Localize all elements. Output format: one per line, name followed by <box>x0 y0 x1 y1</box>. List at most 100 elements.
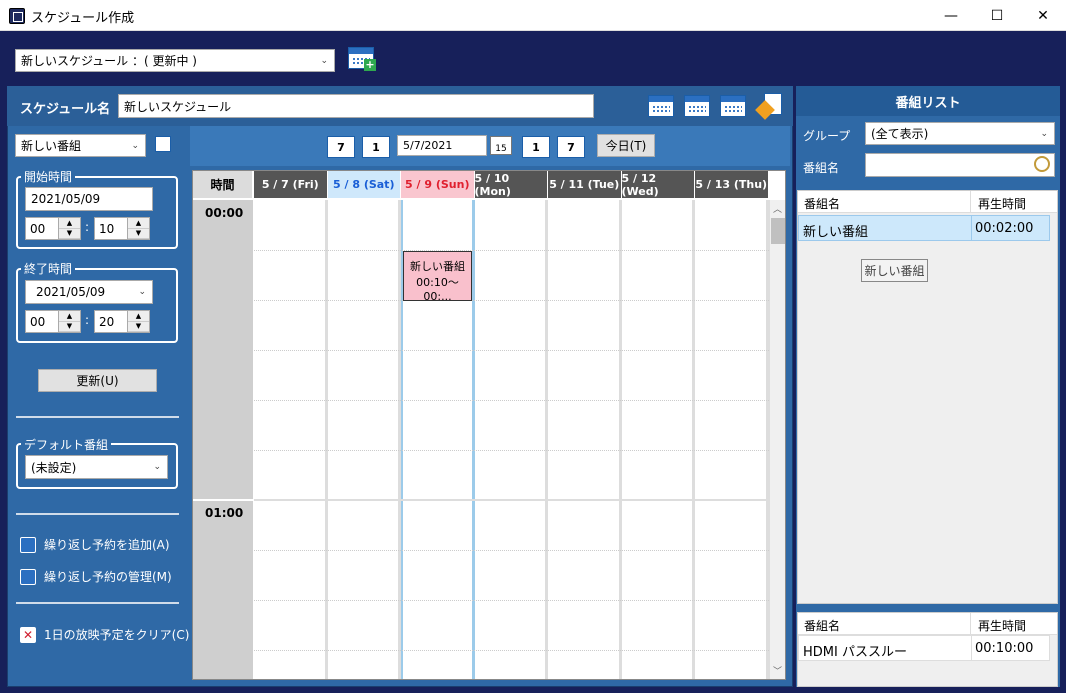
program-list: 番組名 再生時間 新しい番組 00:02:00 新しい番組 <box>797 190 1058 604</box>
day-forward-button[interactable]: 1 <box>522 136 550 158</box>
minimize-button[interactable]: — <box>928 0 974 31</box>
scroll-down-icon[interactable]: ﹀ <box>773 664 782 677</box>
search-icon[interactable] <box>1034 156 1050 172</box>
hour-divider <box>193 499 253 501</box>
list-item[interactable]: HDMI パススルー 00:10:00 <box>798 635 1050 661</box>
default-program-select[interactable]: (未設定) ⌄ <box>25 455 168 479</box>
column-divider <box>971 636 972 660</box>
start-minute-stepper[interactable]: 10 ▲ ▼ <box>94 217 150 240</box>
event-block[interactable]: 新しい番組 00:10〜00:... <box>403 251 472 301</box>
spin-up-icon[interactable]: ▲ <box>128 311 149 322</box>
export-schedule-button[interactable] <box>755 93 784 120</box>
scroll-up-icon[interactable]: ︿ <box>773 202 782 215</box>
chevron-down-icon: ⌄ <box>1040 128 1048 139</box>
repeat-add-icon <box>20 536 36 553</box>
delete-program-button[interactable] <box>155 136 175 156</box>
divider <box>16 513 179 515</box>
day-column[interactable] <box>621 200 695 679</box>
start-hour-stepper[interactable]: 00 ▲ ▼ <box>25 217 81 240</box>
end-time-label: 終了時間 <box>21 260 76 277</box>
day-column[interactable] <box>474 200 548 679</box>
week-back-button[interactable]: 7 <box>327 136 355 158</box>
end-minute-stepper[interactable]: 20 ▲ ▼ <box>94 310 150 333</box>
program-select[interactable]: 新しい番組 ⌄ <box>15 134 146 157</box>
repeat-manage-icon <box>20 568 36 585</box>
day-header[interactable]: 5 / 8 (Sat) <box>327 171 401 198</box>
spin-up-icon[interactable]: ▲ <box>59 311 80 322</box>
time-column-header: 時間 <box>193 171 253 198</box>
spin-buttons[interactable]: ▲ ▼ <box>58 311 80 332</box>
program-name: 新しい番組 <box>803 225 869 240</box>
grid-line <box>254 650 769 651</box>
day-header[interactable]: 5 / 9 (Sun) <box>401 171 475 198</box>
day-header[interactable]: 5 / 13 (Thu) <box>695 171 769 198</box>
spin-up-icon[interactable]: ▲ <box>59 218 80 229</box>
grid-line <box>254 400 769 401</box>
day-column[interactable] <box>695 200 769 679</box>
day-column[interactable] <box>254 200 328 679</box>
day-header[interactable]: 5 / 7 (Fri) <box>254 171 328 198</box>
spin-buttons[interactable]: ▲ ▼ <box>127 311 149 332</box>
list-header: 番組名 再生時間 <box>798 191 1057 213</box>
calendar-icon[interactable]: 15 <box>490 136 512 155</box>
schedule-name-input[interactable]: 新しいスケジュール <box>118 94 594 118</box>
group-select[interactable]: (全て表示) ⌄ <box>865 122 1055 145</box>
column-header-name: 番組名 <box>804 619 841 633</box>
spin-buttons[interactable]: ▲ ▼ <box>58 218 80 239</box>
chevron-down-icon: ⌄ <box>131 140 139 151</box>
spin-down-icon[interactable]: ▼ <box>59 322 80 332</box>
column-header-name: 番組名 <box>804 197 841 211</box>
end-hour-stepper[interactable]: 00 ▲ ▼ <box>25 310 81 333</box>
spin-down-icon[interactable]: ▼ <box>128 322 149 332</box>
start-hour-value: 00 <box>30 222 46 236</box>
list-item[interactable]: 新しい番組 00:02:00 <box>798 215 1050 241</box>
date-field[interactable]: 5/7/2021 <box>397 135 487 156</box>
update-button[interactable]: 更新(U) <box>38 369 157 392</box>
default-program-label: デフォルト番組 <box>21 436 112 453</box>
add-repeat-link[interactable]: 繰り返し予約を追加(A) <box>20 536 170 553</box>
end-date-picker[interactable]: 2021/05/09 ⌄ <box>25 280 153 304</box>
new-schedule-button[interactable]: + <box>348 47 376 71</box>
day-header[interactable]: 5 / 12 (Wed) <box>621 171 695 198</box>
time-colon: : <box>85 220 90 234</box>
spin-down-icon[interactable]: ▼ <box>59 229 80 239</box>
grid-line <box>254 550 769 551</box>
delete-schedule-button[interactable] <box>720 95 746 117</box>
day-header[interactable]: 5 / 10 (Mon) <box>474 171 548 198</box>
close-button[interactable]: ✕ <box>1020 0 1066 31</box>
clear-day-label: 1日の放映予定をクリア(C) <box>44 628 190 642</box>
program-select-value: 新しい番組 <box>21 139 82 153</box>
grid-line <box>254 300 769 301</box>
spin-buttons[interactable]: ▲ ▼ <box>127 218 149 239</box>
plus-icon: + <box>364 58 376 71</box>
divider <box>16 602 179 604</box>
spin-up-icon[interactable]: ▲ <box>128 218 149 229</box>
clear-x-icon: ✕ <box>20 626 36 643</box>
vertical-scrollbar[interactable]: ︿ ﹀ <box>769 200 785 679</box>
default-program-value: (未設定) <box>31 460 77 475</box>
manage-repeat-label: 繰り返し予約の管理(M) <box>44 570 172 584</box>
spin-down-icon[interactable]: ▼ <box>128 229 149 239</box>
week-forward-button[interactable]: 7 <box>557 136 585 158</box>
day-header[interactable]: 5 / 11 (Tue) <box>548 171 622 198</box>
tooltip: 新しい番組 <box>861 259 928 282</box>
day-back-button[interactable]: 1 <box>362 136 390 158</box>
program-search-input[interactable] <box>865 153 1055 177</box>
grid-line <box>254 450 769 451</box>
day-column[interactable] <box>327 200 401 679</box>
column-divider <box>970 613 971 635</box>
program-duration: 00:02:00 <box>975 221 1034 236</box>
day-column[interactable] <box>548 200 622 679</box>
reload-schedule-button[interactable] <box>684 95 710 117</box>
clear-day-link[interactable]: ✕ 1日の放映予定をクリア(C) <box>20 626 189 643</box>
column-divider <box>970 191 971 213</box>
start-date-field[interactable]: 2021/05/09 <box>25 187 153 211</box>
maximize-button[interactable]: ☐ <box>974 0 1020 31</box>
today-button[interactable]: 今日(T) <box>597 134 655 157</box>
grid-line <box>254 250 769 251</box>
scroll-thumb[interactable] <box>771 218 785 244</box>
save-schedule-button[interactable] <box>648 95 674 117</box>
manage-repeat-link[interactable]: 繰り返し予約の管理(M) <box>20 568 172 585</box>
program-name-label: 番組名 <box>803 161 840 175</box>
schedule-select[interactable]: 新しいスケジュール ：( 更新中 ) ⌄ <box>15 49 335 72</box>
